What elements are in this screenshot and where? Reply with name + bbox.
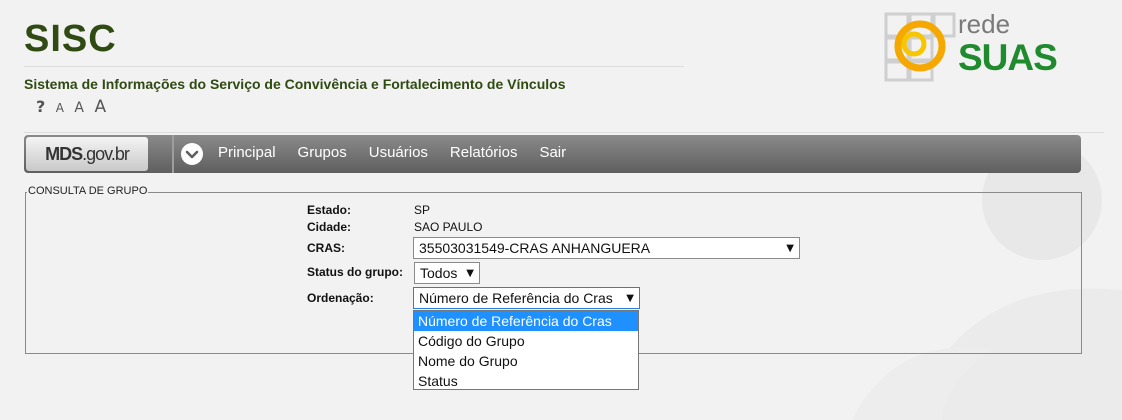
nav-item-sair[interactable]: Sair: [539, 135, 566, 173]
mds-home-link[interactable]: MDS.gov.br: [26, 137, 148, 171]
nav-menu: Principal Grupos Usuários Relatórios Sai…: [218, 135, 588, 173]
font-size-tools: ? A A A: [36, 97, 112, 117]
status-selected-value: Todos: [420, 265, 458, 281]
status-select[interactable]: Todos ▼: [414, 262, 480, 284]
header-divider: [24, 132, 1104, 133]
nav-item-principal[interactable]: Principal: [218, 135, 276, 173]
ordenacao-dropdown-list: Número de Referência do Cras Código do G…: [413, 310, 639, 390]
status-label: Status do grupo:: [307, 265, 403, 279]
navbar-separator: [172, 135, 174, 173]
font-medium-button[interactable]: A: [74, 100, 84, 116]
cras-select[interactable]: 35503031549-CRAS ANHANGUERA ▼: [413, 237, 800, 259]
title-divider: [24, 66, 684, 67]
cidade-value: SAO PAULO: [414, 220, 483, 234]
mds-brand-domain: .gov.br: [82, 144, 130, 164]
cras-label: CRAS:: [307, 241, 345, 255]
chevron-down-icon[interactable]: [181, 143, 203, 165]
estado-label: Estado:: [307, 203, 352, 217]
option-nome-grupo[interactable]: Nome do Grupo: [414, 351, 638, 371]
cidade-label: Cidade:: [307, 220, 352, 234]
estado-value: SP: [414, 203, 431, 217]
font-large-button[interactable]: A: [94, 97, 106, 117]
option-codigo-grupo[interactable]: Código do Grupo: [414, 331, 638, 351]
option-numero-referencia[interactable]: Número de Referência do Cras: [414, 311, 638, 331]
main-navbar: MDS.gov.br Principal Grupos Usuários Rel…: [24, 135, 1081, 173]
caret-down-icon: ▼: [786, 243, 794, 254]
system-subtitle: Sistema de Informações do Serviço de Con…: [24, 76, 566, 92]
page-title: SISC: [24, 18, 117, 60]
mds-brand-bold: MDS: [45, 144, 83, 164]
caret-down-icon: ▼: [466, 268, 474, 279]
cras-selected-value: 35503031549-CRAS ANHANGUERA: [419, 240, 651, 256]
logo-suas-text: SUAS: [958, 37, 1058, 78]
caret-down-icon: ▼: [626, 293, 634, 304]
fieldset-legend: CONSULTA DE GRUPO: [27, 185, 149, 197]
logo-rede-text: rede: [958, 9, 1011, 39]
nav-item-grupos[interactable]: Grupos: [298, 135, 347, 173]
option-status[interactable]: Status: [414, 371, 638, 391]
ordenacao-select[interactable]: Número de Referência do Cras ▼: [413, 287, 640, 309]
font-small-button[interactable]: A: [56, 101, 64, 115]
ordenacao-selected-value: Número de Referência do Cras: [419, 290, 613, 306]
ordenacao-label: Ordenação:: [307, 291, 374, 305]
nav-item-usuarios[interactable]: Usuários: [369, 135, 428, 173]
help-icon[interactable]: ?: [36, 97, 45, 116]
nav-item-relatorios[interactable]: Relatórios: [450, 135, 518, 173]
